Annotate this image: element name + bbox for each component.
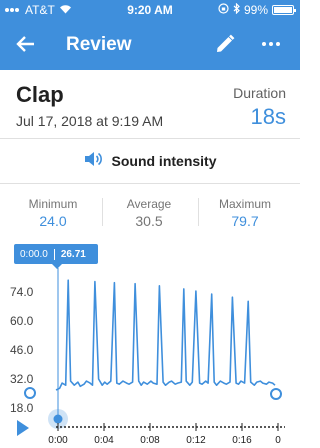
battery-percent: 99% (243, 3, 268, 17)
y-tick-label: 46.0 (10, 343, 34, 357)
stat-maximum: Maximum 79.7 (195, 197, 295, 229)
series-end-marker[interactable] (270, 388, 282, 400)
duration-value: 18s (250, 104, 286, 129)
app-bar: Review (0, 20, 300, 70)
stat-minimum: Minimum 24.0 (3, 197, 103, 229)
y-tick-label: 18.0 (10, 401, 34, 415)
more-dots-icon[interactable] (260, 33, 282, 55)
value-tooltip: 0:00.0 26.71 (14, 244, 98, 269)
speaker-icon (84, 151, 102, 172)
edit-pencil-icon[interactable] (214, 33, 236, 55)
stat-average-label: Average (126, 197, 172, 211)
tooltip-value: 26.71 (60, 248, 86, 260)
rotation-lock-icon (218, 3, 229, 17)
y-tick-label: 74.0 (10, 285, 34, 299)
recording-name: Clap (16, 82, 64, 107)
stat-average: Average 30.5 (99, 197, 199, 229)
battery-icon (272, 5, 296, 15)
bluetooth-icon (233, 2, 240, 17)
x-tick-label: 0:08 (140, 435, 160, 446)
y-tick-label: 32.0 (10, 372, 34, 386)
stat-average-value: 30.5 (135, 213, 163, 229)
x-tick-label: 0:04 (94, 435, 114, 446)
status-right-group: 99% (218, 2, 296, 17)
x-tick-label: 0:00 (48, 435, 68, 446)
back-arrow-icon[interactable] (14, 32, 38, 56)
scrubber[interactable] (48, 268, 68, 429)
x-tick-label: 0 (275, 435, 281, 446)
page-title: Review (66, 34, 132, 55)
x-tick-label: 0:16 (232, 435, 252, 446)
y-tick-label: 60.0 (10, 314, 34, 328)
stat-minimum-label: Minimum (28, 197, 78, 211)
series-line (55, 279, 276, 391)
divider (0, 138, 300, 139)
play-icon[interactable] (17, 420, 29, 436)
status-bar: AT&T 9:20 AM 99% (0, 0, 300, 20)
stat-maximum-label: Maximum (218, 197, 271, 211)
sensor-label: Sound intensity (111, 153, 217, 169)
duration-label: Duration (233, 85, 286, 101)
tooltip-divider (53, 248, 55, 260)
recording-datetime: Jul 17, 2018 at 9:19 AM (16, 113, 164, 129)
sensor-header[interactable]: Sound intensity (0, 150, 300, 172)
scrubber-knob[interactable] (53, 414, 63, 424)
tooltip-time: 0:00.0 (20, 248, 48, 260)
divider (0, 183, 300, 184)
stat-maximum-value: 79.7 (231, 213, 259, 229)
chart-series (24, 279, 282, 400)
stat-minimum-value: 24.0 (39, 213, 67, 229)
x-axis-track (56, 422, 285, 432)
sound-chart[interactable]: 74.0 60.0 46.0 32.0 18.0 0:00 0:04 0:08 0:12 0:1… (0, 260, 300, 448)
x-tick-label: 0:12 (186, 435, 206, 446)
series-start-marker[interactable] (24, 387, 36, 399)
